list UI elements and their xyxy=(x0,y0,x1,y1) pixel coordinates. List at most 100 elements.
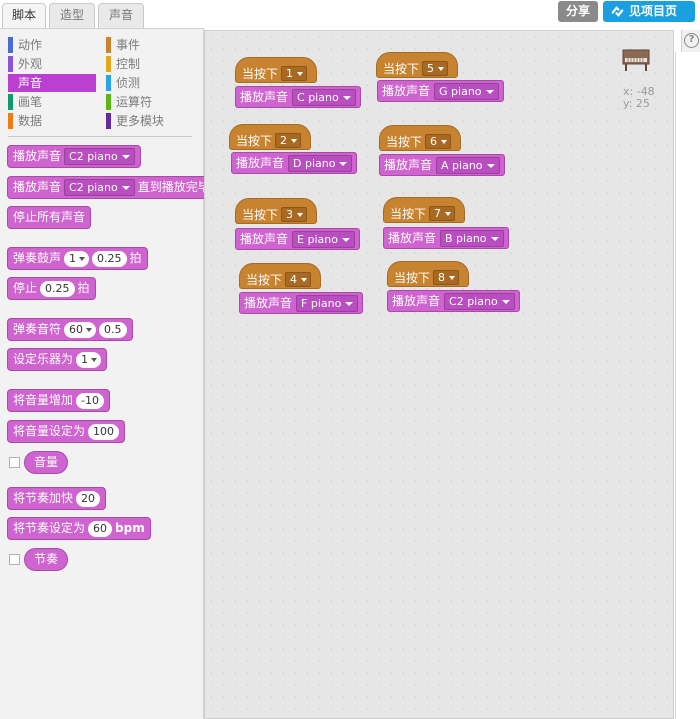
block-set-volume[interactable]: 将音量设定为 100 xyxy=(7,420,126,443)
key-dropdown[interactable]: 7 xyxy=(429,205,456,221)
category-sensing[interactable]: 侦测 xyxy=(106,74,194,92)
category-swatch xyxy=(106,94,111,110)
key-dropdown[interactable]: 8 xyxy=(433,269,460,285)
play-sound-block[interactable]: 播放声音 C2 piano xyxy=(387,290,520,312)
when-key-pressed-hat[interactable]: 当按下 3 xyxy=(235,198,317,224)
category-looks[interactable]: 外观 xyxy=(8,55,96,73)
block-play-note[interactable]: 弹奏音符 60 0.5 xyxy=(7,318,133,341)
when-key-pressed-hat[interactable]: 当按下 8 xyxy=(387,261,469,287)
drum-input[interactable]: 1 xyxy=(64,250,90,267)
sound-dropdown[interactable]: C2 piano xyxy=(64,148,135,165)
beats-input[interactable]: 0.25 xyxy=(92,250,127,267)
when-key-pressed-hat[interactable]: 当按下 5 xyxy=(376,52,458,78)
block-set-instrument[interactable]: 设定乐器为 1 xyxy=(7,348,108,371)
block-text: 设定乐器为 xyxy=(13,352,74,366)
sound-dropdown[interactable]: E piano xyxy=(292,230,355,248)
block-text: 播放声音 xyxy=(240,232,289,246)
when-key-pressed-hat[interactable]: 当按下 1 xyxy=(235,57,317,83)
palette-divider xyxy=(8,136,192,137)
right-panel-strip xyxy=(675,52,700,719)
block-text: 节奏 xyxy=(34,552,59,566)
category-label: 数据 xyxy=(18,114,43,128)
sound-dropdown[interactable]: C piano xyxy=(292,88,356,106)
reporter-volume[interactable]: 音量 xyxy=(24,451,69,474)
hat-text: 当按下 xyxy=(386,134,423,149)
sound-dropdown[interactable]: B piano xyxy=(440,229,504,247)
volume-input[interactable]: 100 xyxy=(88,423,120,440)
category-data[interactable]: 数据 xyxy=(8,112,96,130)
play-sound-block[interactable]: 播放声音 F piano xyxy=(239,292,364,314)
block-play-sound[interactable]: 播放声音 C2 piano xyxy=(7,145,141,168)
block-play-sound-until-done[interactable]: 播放声音 C2 piano 直到播放完毕 xyxy=(7,176,204,199)
play-sound-block[interactable]: 播放声音 A piano xyxy=(379,154,505,176)
play-sound-block[interactable]: 播放声音 C piano xyxy=(235,86,361,108)
when-key-pressed-hat[interactable]: 当按下 2 xyxy=(229,124,311,150)
block-text: 播放声音 xyxy=(388,231,437,245)
reporter-tempo[interactable]: 节奏 xyxy=(24,548,69,571)
key-dropdown[interactable]: 1 xyxy=(281,65,308,81)
play-sound-block[interactable]: 播放声音 G piano xyxy=(377,80,504,102)
block-change-volume[interactable]: 将音量增加 -10 xyxy=(7,389,110,412)
category-swatch xyxy=(106,113,111,129)
volume-monitor-checkbox[interactable] xyxy=(9,457,20,468)
project-page-label: 见项目页 xyxy=(629,4,678,18)
share-button[interactable]: 分享 xyxy=(558,1,598,22)
block-rest[interactable]: 停止 0.25 拍 xyxy=(7,277,96,300)
category-motion[interactable]: 动作 xyxy=(8,36,96,54)
block-text: 将节奏加快 xyxy=(13,491,74,505)
tempo-input[interactable]: 60 xyxy=(88,520,113,537)
project-page-icon xyxy=(611,6,624,17)
key-dropdown[interactable]: 5 xyxy=(422,60,449,76)
tempo-monitor-checkbox[interactable] xyxy=(9,554,20,565)
block-stop-all-sounds[interactable]: 停止所有声音 xyxy=(7,206,92,229)
help-button[interactable]: ? xyxy=(681,30,700,52)
category-swatch xyxy=(106,75,111,91)
block-change-tempo[interactable]: 将节奏加快 20 xyxy=(7,487,107,510)
category-label: 侦测 xyxy=(116,76,141,90)
sprite-coordinates: x: -48 y: 25 xyxy=(623,86,655,110)
category-label: 事件 xyxy=(116,38,141,52)
category-pen[interactable]: 画笔 xyxy=(8,93,96,111)
play-sound-block[interactable]: 播放声音 D piano xyxy=(231,152,358,174)
key-dropdown[interactable]: 2 xyxy=(275,132,302,148)
block-play-drum[interactable]: 弹奏鼓声 1 0.25 拍 xyxy=(7,247,148,270)
see-project-page-button[interactable]: 见项目页 xyxy=(603,1,695,22)
sound-dropdown[interactable]: A piano xyxy=(436,156,500,174)
tab-costumes[interactable]: 造型 xyxy=(49,3,95,28)
block-text: 播放声音 xyxy=(244,296,293,310)
when-key-pressed-hat[interactable]: 当按下 7 xyxy=(383,197,465,223)
volume-change-input[interactable]: -10 xyxy=(76,392,104,409)
category-control[interactable]: 控制 xyxy=(106,55,194,73)
sound-dropdown[interactable]: G piano xyxy=(434,82,499,100)
category-events[interactable]: 事件 xyxy=(106,36,194,54)
category-operators[interactable]: 运算符 xyxy=(106,93,194,111)
category-label: 动作 xyxy=(18,38,43,52)
block-text: 拍 xyxy=(77,281,90,295)
key-dropdown[interactable]: 3 xyxy=(281,206,308,222)
block-text: 停止 xyxy=(13,281,38,295)
tempo-change-input[interactable]: 20 xyxy=(76,490,101,507)
category-more-blocks[interactable]: 更多模块 xyxy=(106,112,194,130)
play-sound-block[interactable]: 播放声音 B piano xyxy=(383,227,509,249)
category-sound[interactable]: 声音 xyxy=(8,74,96,92)
hat-text: 当按下 xyxy=(236,133,273,148)
key-dropdown[interactable]: 6 xyxy=(425,133,452,149)
instrument-input[interactable]: 1 xyxy=(76,351,102,368)
y-label: y: xyxy=(623,97,633,110)
sound-dropdown[interactable]: D piano xyxy=(288,154,353,172)
sound-dropdown[interactable]: C2 piano xyxy=(64,179,135,196)
beats-input[interactable]: 0.5 xyxy=(99,321,127,338)
key-dropdown[interactable]: 4 xyxy=(285,271,312,287)
block-set-tempo[interactable]: 将节奏设定为 60 bpm xyxy=(7,517,151,540)
block-text: 播放声音 xyxy=(13,149,62,163)
when-key-pressed-hat[interactable]: 当按下 6 xyxy=(379,125,461,151)
sound-dropdown[interactable]: C2 piano xyxy=(444,292,515,310)
sound-dropdown[interactable]: F piano xyxy=(296,294,359,312)
note-input[interactable]: 60 xyxy=(64,321,97,338)
category-label: 更多模块 xyxy=(116,114,165,128)
when-key-pressed-hat[interactable]: 当按下 4 xyxy=(239,263,321,289)
tab-scripts[interactable]: 脚本 xyxy=(2,3,46,29)
beats-input[interactable]: 0.25 xyxy=(40,280,75,297)
tab-sounds[interactable]: 声音 xyxy=(98,3,144,28)
play-sound-block[interactable]: 播放声音 E piano xyxy=(235,228,360,250)
